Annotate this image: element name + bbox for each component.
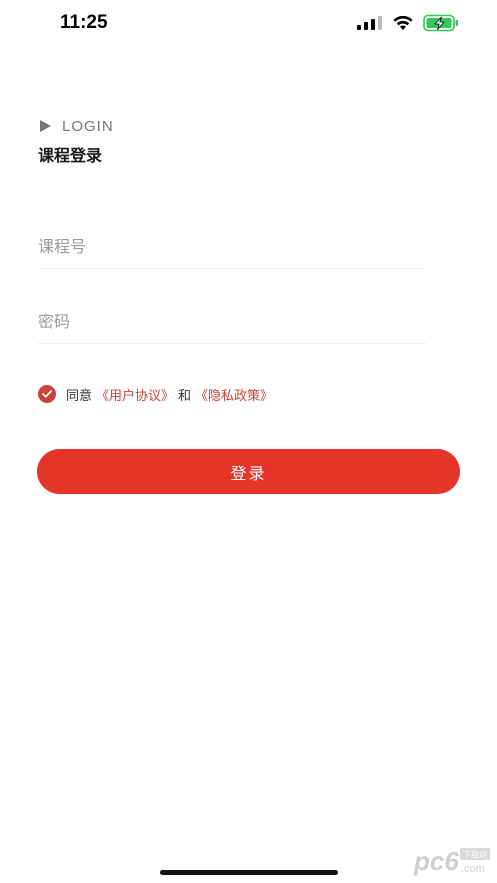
agree-checkbox[interactable]	[38, 385, 56, 403]
svg-text:下载站: 下载站	[463, 850, 487, 860]
login-eyebrow-label: LOGIN	[62, 117, 114, 135]
cellular-signal-icon	[357, 16, 382, 30]
status-bar: 11:25	[0, 0, 497, 48]
agree-prefix: 同意	[66, 388, 93, 404]
svg-text:.com: .com	[461, 863, 485, 875]
password-field	[38, 299, 426, 344]
login-eyebrow: LOGIN	[40, 117, 114, 135]
page-title: 课程登录	[38, 146, 103, 165]
wifi-icon	[393, 15, 413, 30]
agree-and: 和	[178, 388, 192, 404]
checkmark-icon	[42, 390, 52, 398]
home-indicator	[160, 870, 338, 875]
watermark-logo: pc6 下载站 .com	[414, 846, 490, 876]
battery-charging-icon	[423, 14, 458, 32]
password-input[interactable]	[38, 299, 426, 343]
course-number-input[interactable]	[38, 224, 426, 268]
play-arrow-icon	[40, 120, 51, 132]
user-agreement-link[interactable]: 《用户协议》	[96, 385, 174, 404]
login-button[interactable]: 登录	[37, 449, 460, 494]
status-time: 11:25	[60, 12, 108, 33]
course-number-field	[38, 224, 426, 269]
privacy-policy-link[interactable]: 《隐私政策》	[195, 385, 273, 404]
svg-text:pc6: pc6	[414, 846, 459, 876]
agreement-row: 同意 《用户协议》 和 《隐私政策》	[38, 384, 275, 404]
